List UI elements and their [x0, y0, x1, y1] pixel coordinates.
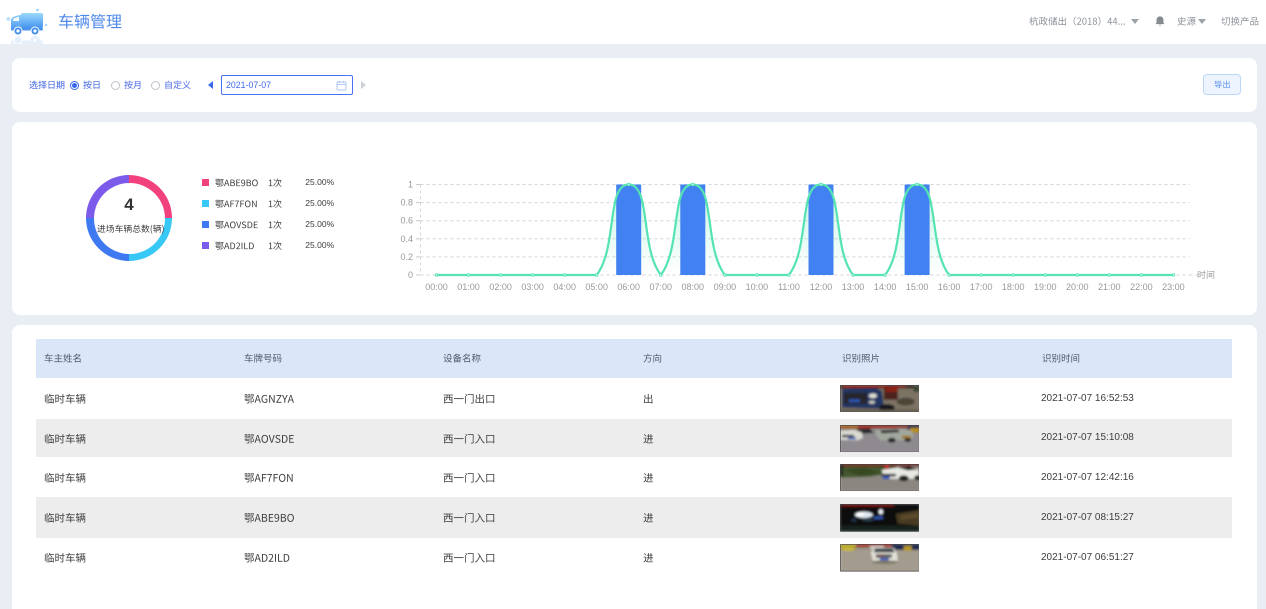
- svg-text:17:00: 17:00: [970, 282, 993, 292]
- svg-text:0: 0: [408, 270, 413, 280]
- svg-text:14:00: 14:00: [874, 282, 897, 292]
- svg-text:19:00: 19:00: [1034, 282, 1057, 292]
- svg-text:20:00: 20:00: [1066, 282, 1089, 292]
- svg-text:0.4: 0.4: [400, 234, 413, 244]
- svg-text:08:00: 08:00: [682, 282, 705, 292]
- svg-text:06:00: 06:00: [617, 282, 640, 292]
- svg-text:0.2: 0.2: [400, 252, 413, 262]
- svg-text:02:00: 02:00: [489, 282, 512, 292]
- svg-text:22:00: 22:00: [1130, 282, 1153, 292]
- svg-text:23:00: 23:00: [1162, 282, 1185, 292]
- svg-text:15:00: 15:00: [906, 282, 929, 292]
- svg-text:21:00: 21:00: [1098, 282, 1121, 292]
- svg-text:05:00: 05:00: [585, 282, 608, 292]
- svg-text:10:00: 10:00: [746, 282, 769, 292]
- svg-text:16:00: 16:00: [938, 282, 961, 292]
- svg-text:11:00: 11:00: [778, 282, 800, 292]
- svg-text:18:00: 18:00: [1002, 282, 1025, 292]
- svg-text:13:00: 13:00: [842, 282, 865, 292]
- svg-text:0.6: 0.6: [400, 216, 413, 226]
- svg-text:12:00: 12:00: [810, 282, 833, 292]
- svg-text:0.8: 0.8: [400, 198, 413, 208]
- svg-text:04:00: 04:00: [553, 282, 576, 292]
- svg-text:09:00: 09:00: [714, 282, 737, 292]
- svg-text:1: 1: [408, 180, 413, 190]
- svg-text:07:00: 07:00: [650, 282, 673, 292]
- svg-text:00:00: 00:00: [425, 282, 448, 292]
- svg-text:03:00: 03:00: [521, 282, 544, 292]
- svg-text:01:00: 01:00: [457, 282, 480, 292]
